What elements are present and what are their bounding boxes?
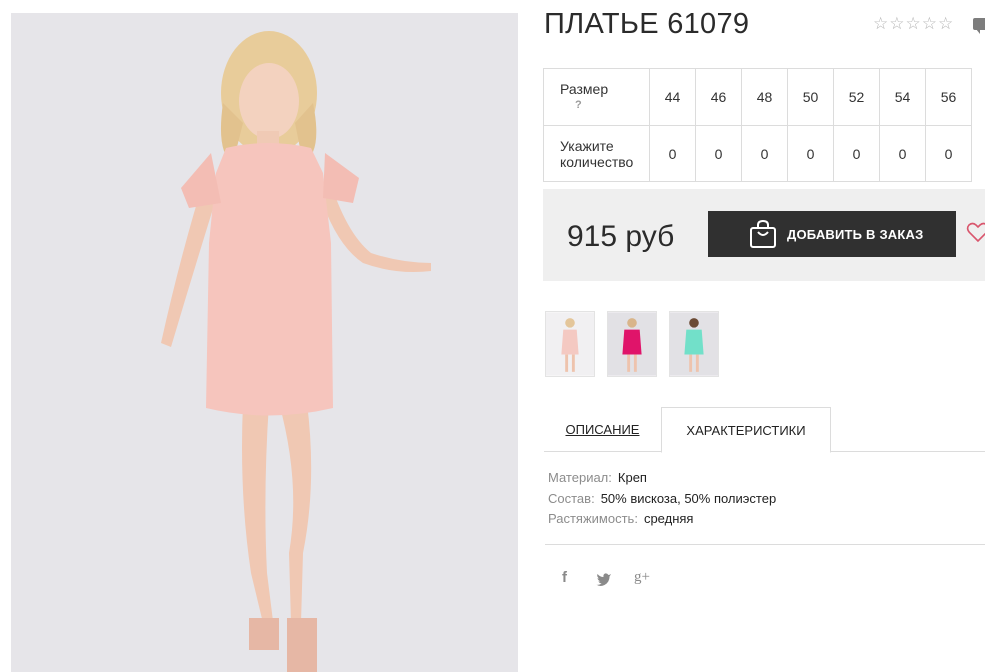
dress-model-image [11,13,518,672]
divider [545,544,985,545]
quantity-input[interactable]: 0 [649,125,696,182]
add-to-order-button[interactable]: ДОБАВИТЬ В ЗАКАЗ [708,211,956,257]
size-help-icon[interactable]: ? [560,97,649,113]
purchase-panel: 915 руб ДОБАВИТЬ В ЗАКАЗ [543,189,985,281]
size-label-cell: Размер ? [543,68,650,126]
spec-key: Состав: [548,490,595,506]
spec-row: Состав: 50% вискоза, 50% полиэстер [548,489,776,510]
thumbnail-image [546,312,594,376]
size-value: 44 [649,68,696,126]
tab-characteristics[interactable]: ХАРАКТЕРИСТИКИ [661,407,831,453]
facebook-icon[interactable]: f [562,569,567,586]
size-row: Размер ? 44 46 48 50 52 54 56 [543,68,972,126]
star-icon[interactable]: ☆ [938,15,953,33]
size-value: 54 [879,68,926,126]
add-to-order-label: ДОБАВИТЬ В ЗАКАЗ [787,226,924,242]
google-plus-icon[interactable]: g+ [634,569,650,586]
rating-stars[interactable]: ☆ ☆ ☆ ☆ ☆ [873,15,953,33]
product-main-photo[interactable] [11,13,518,672]
size-value: 50 [787,68,834,126]
twitter-icon[interactable] [596,572,612,586]
comment-icon[interactable] [973,18,985,34]
quantity-input[interactable]: 0 [741,125,788,182]
spec-key: Растяжимость: [548,511,638,526]
quantity-input[interactable]: 0 [787,125,834,182]
thumbnail-image [670,312,718,376]
quantity-input[interactable]: 0 [695,125,742,182]
size-value: 56 [925,68,972,126]
size-table: Размер ? 44 46 48 50 52 54 56 Укажите ко… [543,68,972,182]
size-value: 48 [741,68,788,126]
size-label: Размер [560,81,609,97]
spec-value: 50% вискоза, 50% полиэстер [600,490,777,506]
size-value: 52 [833,68,880,126]
quantity-input[interactable]: 0 [833,125,880,182]
product-title: ПЛАТЬЕ 61079 [544,8,750,40]
heart-icon[interactable] [966,220,985,244]
quantity-input[interactable]: 0 [879,125,926,182]
star-icon[interactable]: ☆ [889,15,904,33]
specs-list: Материал: Креп Состав: 50% вискоза, 50% по… [548,468,776,530]
quantity-input[interactable]: 0 [925,125,972,182]
shopping-bag-icon [750,219,776,248]
star-icon[interactable]: ☆ [906,15,921,33]
quantity-row: Укажите количество 0 0 0 0 0 0 0 [543,125,972,182]
thumbnail-mint[interactable] [669,311,719,377]
spec-row: Растяжимость: средняя [548,509,776,530]
star-icon[interactable]: ☆ [873,15,888,33]
quantity-label: Укажите количество [543,125,650,182]
spec-row: Материал: Креп [548,468,776,489]
thumbnail-image [608,312,656,376]
size-value: 46 [695,68,742,126]
tab-description[interactable]: ОПИСАНИЕ [544,407,661,452]
star-icon[interactable]: ☆ [922,15,937,33]
thumbnail-fuchsia[interactable] [607,311,657,377]
product-price: 915 руб [567,220,675,253]
spec-key: Материал: [548,470,612,485]
spec-value: средняя [643,511,694,526]
product-tabs: ОПИСАНИЕ ХАРАКТЕРИСТИКИ [544,407,985,453]
thumbnail-peach[interactable] [545,311,595,377]
spec-value: Креп [617,470,647,485]
